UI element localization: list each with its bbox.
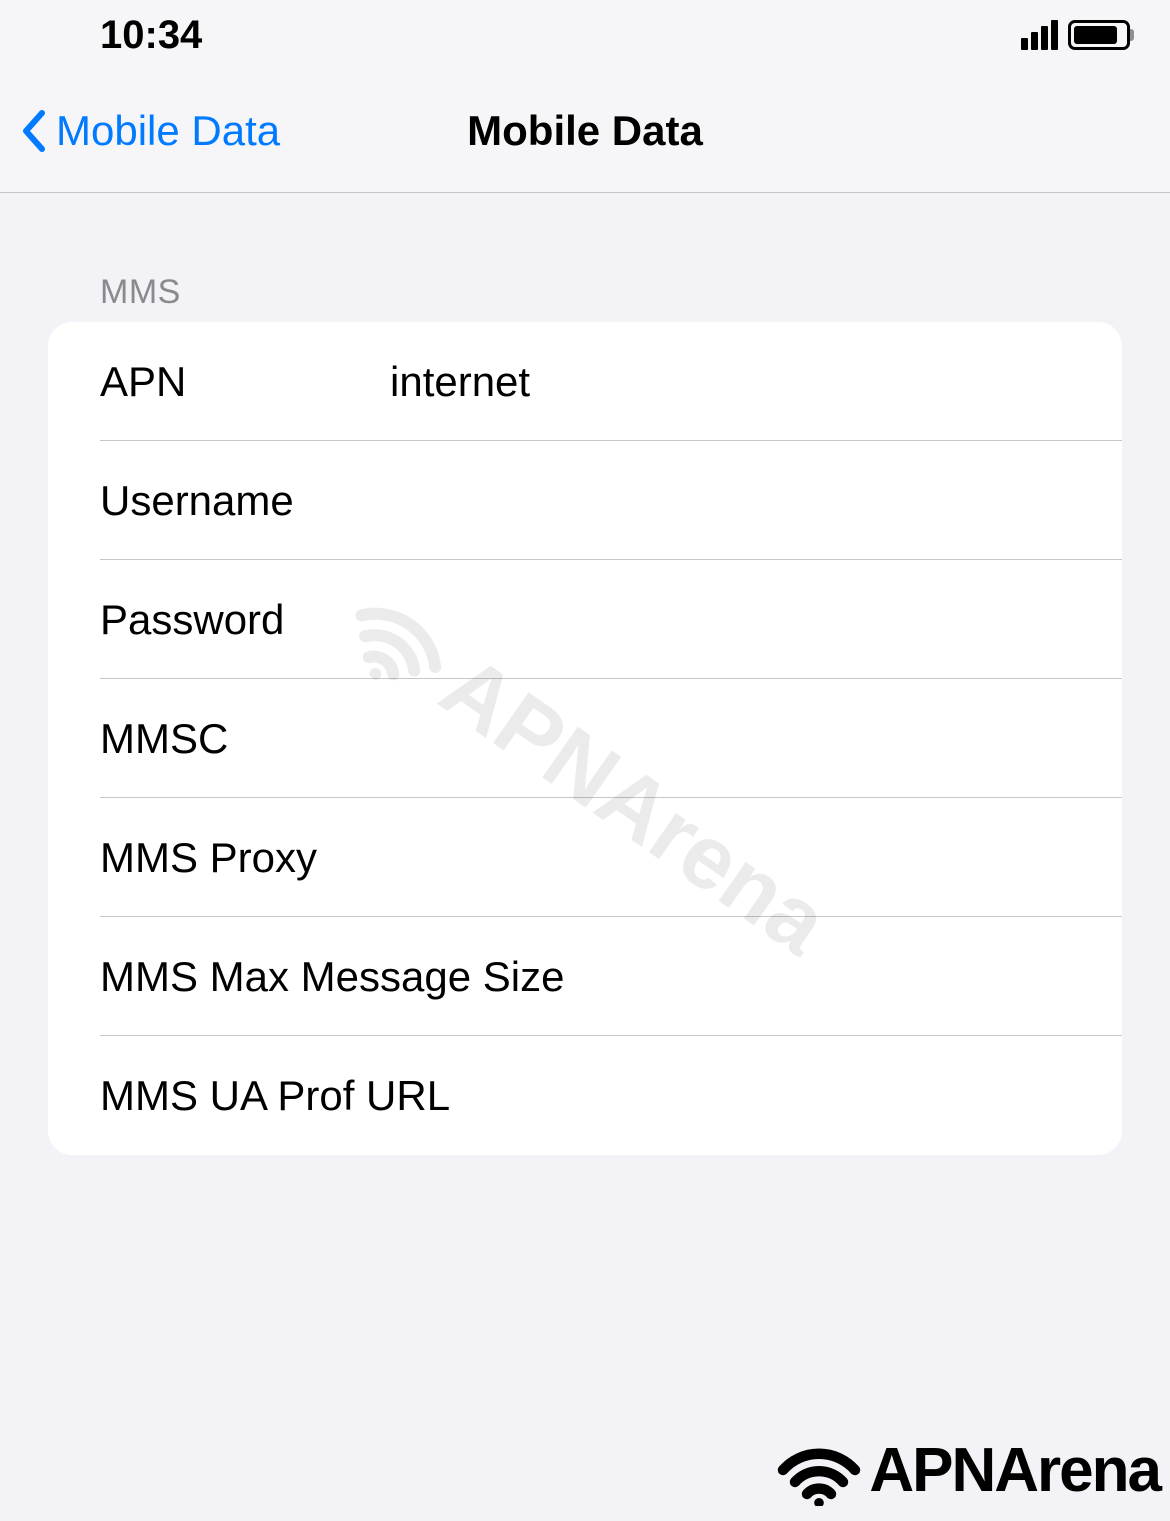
mms-max-size-label: MMS Max Message Size (100, 953, 564, 1001)
battery-icon (1068, 20, 1130, 50)
apn-row[interactable]: APN (48, 322, 1122, 441)
mms-ua-prof-label: MMS UA Prof URL (100, 1072, 450, 1120)
status-indicators (1021, 20, 1130, 50)
mms-proxy-input[interactable] (390, 834, 1122, 882)
password-row[interactable]: Password (48, 560, 1122, 679)
cellular-signal-icon (1021, 20, 1058, 50)
back-button[interactable]: Mobile Data (0, 107, 280, 155)
username-label: Username (100, 477, 390, 525)
mms-ua-prof-row[interactable]: MMS UA Prof URL (48, 1036, 1122, 1155)
username-row[interactable]: Username (48, 441, 1122, 560)
password-input[interactable] (390, 596, 1122, 644)
footer-brand: APNArena (774, 1434, 1160, 1506)
chevron-left-icon (20, 109, 50, 153)
footer-brand-text: APNArena (869, 1435, 1160, 1506)
back-button-label: Mobile Data (56, 107, 280, 155)
mms-max-size-row[interactable]: MMS Max Message Size (48, 917, 1122, 1036)
apn-input[interactable] (390, 358, 1122, 406)
mmsc-row[interactable]: MMSC (48, 679, 1122, 798)
mmsc-input[interactable] (390, 715, 1122, 763)
mms-settings-group: APN Username Password MMSC MMS Proxy MMS… (48, 322, 1122, 1155)
username-input[interactable] (390, 477, 1122, 525)
navigation-bar: Mobile Data Mobile Data (0, 70, 1170, 193)
apn-label: APN (100, 358, 390, 406)
mms-proxy-label: MMS Proxy (100, 834, 390, 882)
mms-proxy-row[interactable]: MMS Proxy (48, 798, 1122, 917)
status-bar: 10:34 (0, 0, 1170, 70)
mmsc-label: MMSC (100, 715, 390, 763)
wifi-icon (774, 1434, 864, 1506)
page-title: Mobile Data (467, 107, 703, 155)
password-label: Password (100, 596, 390, 644)
status-time: 10:34 (100, 13, 202, 58)
section-header-mms: MMS (0, 193, 1170, 322)
